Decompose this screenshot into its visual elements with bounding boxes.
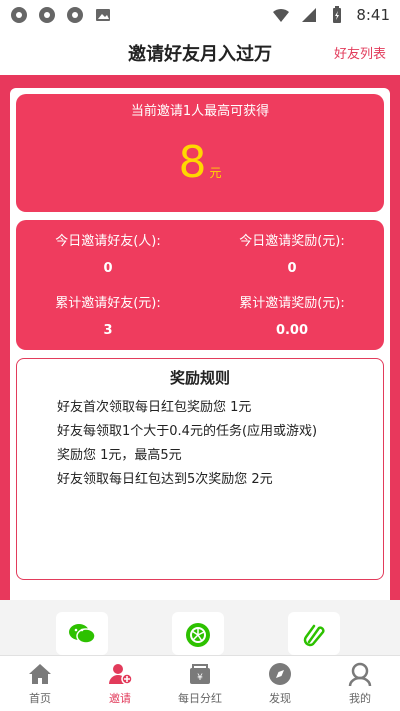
app-icon-1 [11, 7, 27, 23]
bottom-tab-bar: 首页 邀请 ¥ 每日分红 发现 我的 [0, 655, 400, 711]
rule-item: 好友首次领取每日红包奖励您 1元 [57, 400, 252, 415]
tab-label: 首页 [29, 692, 51, 705]
rule-item: 好友领取每日红包达到5次奖励您 2元 [57, 472, 273, 487]
stat-today-friends: 今日邀请好友(人): 0 [16, 230, 200, 276]
wechat-icon [69, 624, 96, 644]
moments-icon [186, 623, 210, 647]
tab-profile[interactable]: 我的 [320, 656, 400, 711]
stat-label: 今日邀请奖励(元): [239, 234, 345, 249]
tab-label: 每日分红 [178, 692, 222, 705]
hero-subtitle: 当前邀请1人最高可获得 [130, 104, 270, 119]
main-panel: 当前邀请1人最高可获得 8 元 今日邀请好友(人): 0 今日邀请奖励(元): … [10, 88, 390, 654]
stat-label: 累计邀请奖励(元): [239, 296, 345, 311]
invite-user-icon [109, 664, 133, 685]
status-left [10, 6, 112, 24]
reward-hero-card: 当前邀请1人最高可获得 8 元 [16, 94, 384, 212]
wifi-icon [273, 8, 290, 22]
share-link-button[interactable] [288, 612, 340, 655]
rules-card: 奖励规则 好友首次领取每日红包奖励您 1元 好友每领取1个大于0.4元的任务(应… [16, 358, 384, 580]
status-bar: 8:41 [0, 0, 400, 30]
tab-discover[interactable]: 发现 [240, 656, 320, 711]
rules-title: 奖励规则 [169, 369, 230, 387]
page-title: 邀请好友月入过万 [128, 43, 272, 65]
rule-item: 好友每领取1个大于0.4元的任务(应用或游戏) [57, 424, 318, 439]
hero-amount-row: 8 元 [16, 141, 384, 185]
tab-label: 发现 [269, 692, 291, 705]
stat-value: 0.00 [275, 323, 309, 338]
compass-icon [269, 663, 291, 685]
stat-value: 0 [287, 261, 297, 276]
stat-value: 3 [103, 323, 113, 338]
stat-value: 0 [103, 261, 113, 276]
friend-list-link[interactable]: 好友列表 [334, 43, 386, 62]
tab-home[interactable]: 首页 [0, 656, 80, 711]
signal-icon [302, 8, 317, 22]
hero-amount: 8 [178, 137, 207, 188]
profile-icon [348, 662, 372, 687]
stat-today-reward: 今日邀请奖励(元): 0 [200, 230, 384, 276]
stats-card: 今日邀请好友(人): 0 今日邀请奖励(元): 0 累计邀请好友(元): 3 累… [16, 220, 384, 350]
share-wechat-button[interactable] [56, 612, 108, 655]
status-time: 8:41 [356, 6, 390, 24]
stat-total-reward: 累计邀请奖励(元): 0.00 [200, 292, 384, 338]
title-bar: 邀请好友月入过万 好友列表 [0, 30, 400, 75]
app-icon-2 [39, 7, 55, 23]
app-icon-3 [67, 7, 83, 23]
image-icon [96, 9, 110, 21]
svg-text:¥: ¥ [197, 673, 203, 683]
stat-label: 今日邀请好友(人): [55, 234, 161, 249]
tab-daily-dividend[interactable]: ¥ 每日分红 [160, 656, 240, 711]
rule-item: 奖励您 1元，最高5元 [57, 448, 182, 463]
rules-list: 好友首次领取每日红包奖励您 1元 好友每领取1个大于0.4元的任务(应用或游戏)… [17, 396, 383, 492]
share-row [0, 600, 400, 655]
link-icon [303, 624, 325, 647]
home-icon [29, 664, 51, 684]
tab-label: 邀请 [109, 692, 131, 705]
tab-label: 我的 [349, 692, 371, 705]
battery-icon [333, 6, 342, 23]
hero-unit: 元 [209, 166, 222, 180]
stat-label: 累计邀请好友(元): [55, 296, 161, 311]
share-moments-button[interactable] [172, 612, 224, 655]
dividend-icon: ¥ [190, 664, 210, 684]
status-right: 8:41 [272, 6, 390, 24]
content-area: 当前邀请1人最高可获得 8 元 今日邀请好友(人): 0 今日邀请奖励(元): … [0, 75, 400, 655]
stat-total-friends: 累计邀请好友(元): 3 [16, 292, 200, 338]
tab-invite[interactable]: 邀请 [80, 656, 160, 711]
